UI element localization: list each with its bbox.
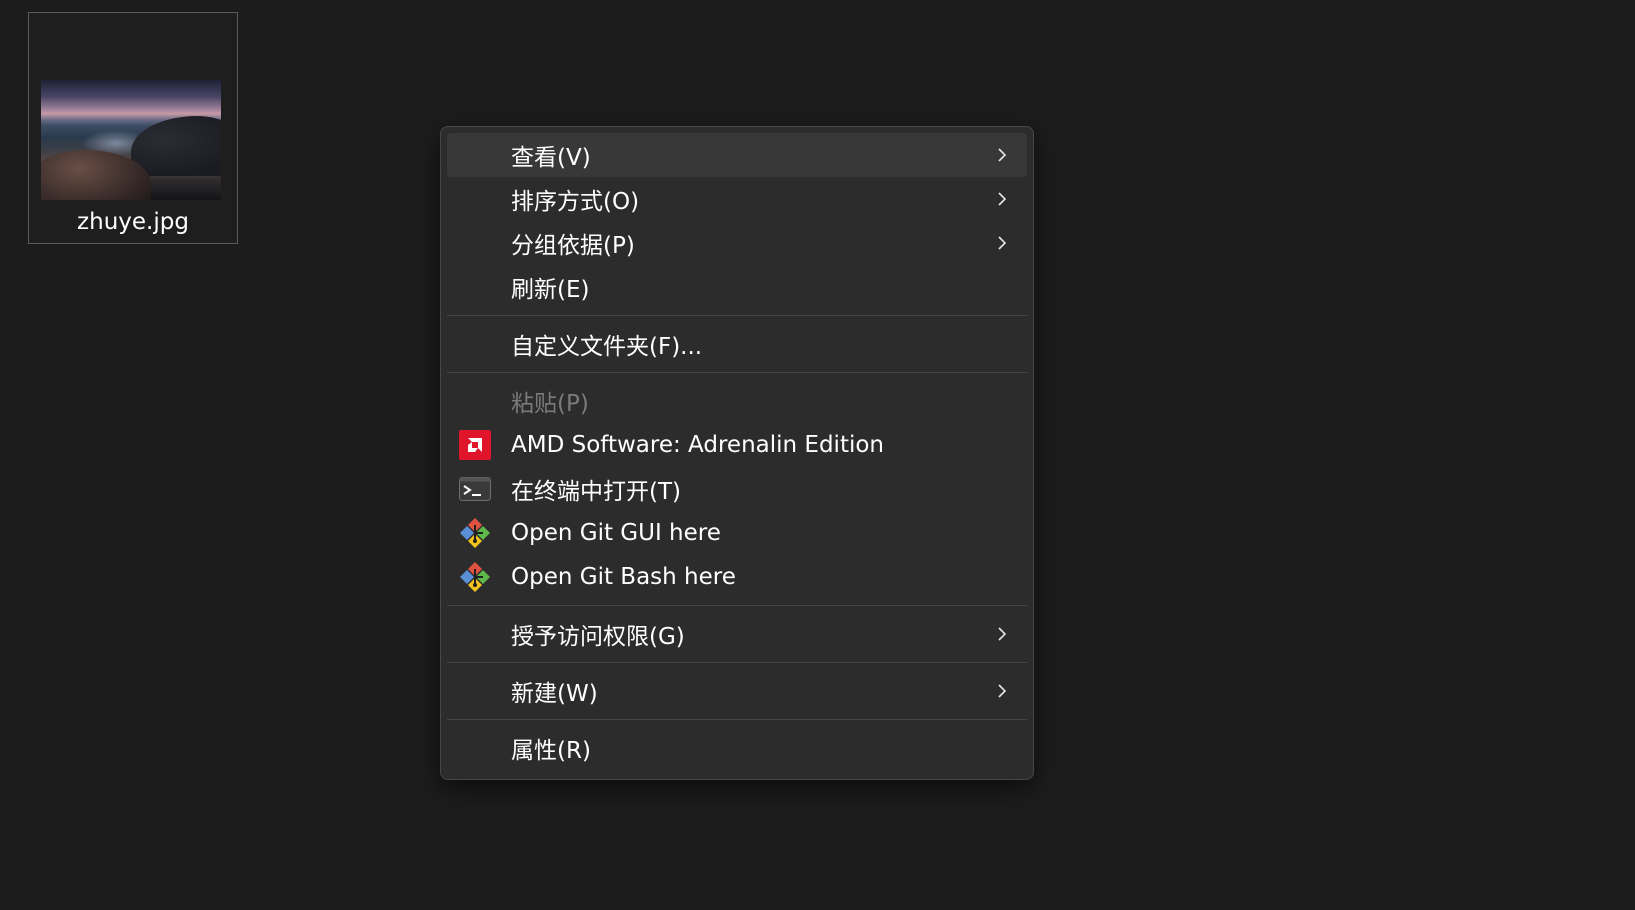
menu-item-label: 自定义文件夹(F)... <box>511 334 703 360</box>
menu-item-label: 粘贴(P) <box>511 391 589 417</box>
menu-item-amd-software[interactable]: AMD Software: Adrenalin Edition <box>447 423 1027 467</box>
menu-item-label: AMD Software: Adrenalin Edition <box>511 432 884 458</box>
menu-item-customize-folder[interactable]: 自定义文件夹(F)... <box>447 322 1027 366</box>
menu-separator <box>447 605 1027 606</box>
git-icon <box>459 518 491 548</box>
terminal-icon <box>459 474 491 504</box>
chevron-right-icon <box>998 684 1007 698</box>
menu-item-open-in-terminal[interactable]: 在终端中打开(T) <box>447 467 1027 511</box>
file-name-label: zhuye.jpg <box>77 209 189 235</box>
menu-item-sort-by[interactable]: 排序方式(O) <box>447 177 1027 221</box>
menu-item-label: 在终端中打开(T) <box>511 479 681 505</box>
menu-item-label: 授予访问权限(G) <box>511 624 685 650</box>
git-icon <box>459 562 491 592</box>
menu-separator <box>447 315 1027 316</box>
menu-item-label: 查看(V) <box>511 145 591 171</box>
menu-item-paste: 粘贴(P) <box>447 379 1027 423</box>
menu-item-refresh[interactable]: 刷新(E) <box>447 265 1027 309</box>
file-item-zhuye[interactable]: zhuye.jpg <box>28 12 238 244</box>
menu-item-label: Open Git GUI here <box>511 520 721 546</box>
menu-item-label: 新建(W) <box>511 681 598 707</box>
menu-item-label: 分组依据(P) <box>511 233 635 259</box>
chevron-right-icon <box>998 236 1007 250</box>
menu-item-properties[interactable]: 属性(R) <box>447 726 1027 770</box>
menu-item-give-access[interactable]: 授予访问权限(G) <box>447 612 1027 656</box>
menu-item-view[interactable]: 查看(V) <box>447 133 1027 177</box>
chevron-right-icon <box>998 627 1007 641</box>
menu-item-new[interactable]: 新建(W) <box>447 669 1027 713</box>
menu-item-group-by[interactable]: 分组依据(P) <box>447 221 1027 265</box>
menu-item-label: Open Git Bash here <box>511 564 736 590</box>
menu-item-open-git-bash[interactable]: Open Git Bash here <box>447 555 1027 599</box>
menu-separator <box>447 719 1027 720</box>
context-menu: 查看(V) 排序方式(O) 分组依据(P) 刷新(E) 自定义文件夹(F)...… <box>440 126 1034 780</box>
desktop[interactable]: zhuye.jpg 查看(V) 排序方式(O) 分组依据(P) 刷新(E) 自定… <box>0 0 1635 910</box>
menu-separator <box>447 662 1027 663</box>
menu-item-open-git-gui[interactable]: Open Git GUI here <box>447 511 1027 555</box>
chevron-right-icon <box>998 148 1007 162</box>
chevron-right-icon <box>998 192 1007 206</box>
image-thumbnail <box>41 80 221 200</box>
menu-separator <box>447 372 1027 373</box>
menu-item-label: 刷新(E) <box>511 277 590 303</box>
amd-icon <box>459 430 491 460</box>
menu-item-label: 排序方式(O) <box>511 189 640 215</box>
menu-item-label: 属性(R) <box>511 738 591 764</box>
